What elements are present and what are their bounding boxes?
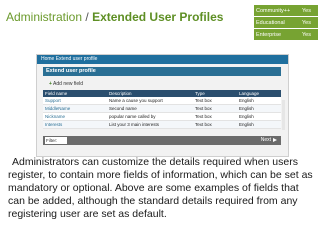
- column-header[interactable]: Type: [193, 90, 237, 97]
- description-cell: Name a cause you support: [107, 97, 193, 105]
- field-name-cell[interactable]: MiddleName: [43, 104, 107, 113]
- table-row[interactable]: Interests List your 3 main interests Tex…: [43, 120, 281, 129]
- table-header-row: Field name Description Type Language: [43, 90, 281, 97]
- description-cell: List your 3 main interests: [107, 120, 193, 129]
- edition-row: Enterprise Yes: [254, 28, 318, 41]
- add-field-link[interactable]: + Add new field: [49, 81, 83, 87]
- action-cell: [259, 97, 281, 105]
- action-cell: [259, 104, 281, 113]
- editions-table: Community++ Yes Educational Yes Enterpri…: [254, 5, 318, 41]
- action-cell: [259, 112, 281, 121]
- language-cell: English: [237, 112, 259, 121]
- edition-row: Community++ Yes: [254, 5, 318, 17]
- action-cell: [259, 120, 281, 129]
- type-cell: Text box: [193, 112, 237, 121]
- fields-table: Field name Description Type Language Sup…: [43, 90, 281, 129]
- breadcrumb[interactable]: Home Extend user profile: [37, 55, 288, 64]
- plus-icon: +: [49, 81, 52, 87]
- edition-name: Enterprise: [254, 28, 300, 41]
- title-page: Extended User Profiles: [92, 10, 224, 24]
- panel-title: Extend user profile: [43, 67, 281, 76]
- arrow-right-icon: [273, 137, 277, 142]
- column-header: [259, 90, 281, 97]
- edition-name: Educational: [254, 16, 300, 29]
- field-name-cell[interactable]: Support: [43, 97, 107, 105]
- column-header[interactable]: Field name: [43, 90, 107, 97]
- edition-value: Yes: [300, 5, 318, 17]
- slide-title: Administration / Extended User Profiles: [6, 10, 223, 24]
- type-cell: Text box: [193, 120, 237, 129]
- language-cell: English: [237, 120, 259, 129]
- caption: Administrators can customize the details…: [8, 156, 316, 221]
- caption-text: Administrators can customize the details…: [8, 156, 313, 220]
- embedded-screenshot: Home Extend user profile Extend user pro…: [36, 54, 289, 157]
- type-cell: Text box: [193, 104, 237, 113]
- next-page-button[interactable]: Next: [261, 136, 277, 145]
- description-cell: popular name called by: [107, 112, 193, 121]
- edition-row: Educational Yes: [254, 16, 318, 29]
- column-header[interactable]: Language: [237, 90, 259, 97]
- table-row[interactable]: Support Name a cause you support Text bo…: [43, 97, 281, 105]
- filter-bar: Filter: Next: [43, 136, 281, 145]
- table-row[interactable]: MiddleName Second name Text box English: [43, 104, 281, 113]
- description-cell: Second name: [107, 104, 193, 113]
- language-cell: English: [237, 97, 259, 105]
- field-name-cell[interactable]: Interests: [43, 120, 107, 129]
- title-section: Administration: [6, 10, 83, 24]
- edition-value: Yes: [300, 28, 318, 41]
- title-separator: /: [85, 10, 89, 24]
- next-label: Next: [260, 137, 271, 143]
- add-field-label: Add new field: [53, 81, 84, 87]
- type-cell: Text box: [193, 97, 237, 105]
- table-row[interactable]: Nickname popular name called by Text box…: [43, 112, 281, 121]
- edition-value: Yes: [300, 16, 318, 29]
- language-cell: English: [237, 104, 259, 113]
- scrollbar[interactable]: [282, 100, 285, 130]
- edition-name: Community++: [254, 5, 300, 17]
- filter-input[interactable]: Filter:: [45, 137, 67, 144]
- field-name-cell[interactable]: Nickname: [43, 112, 107, 121]
- column-header[interactable]: Description: [107, 90, 193, 97]
